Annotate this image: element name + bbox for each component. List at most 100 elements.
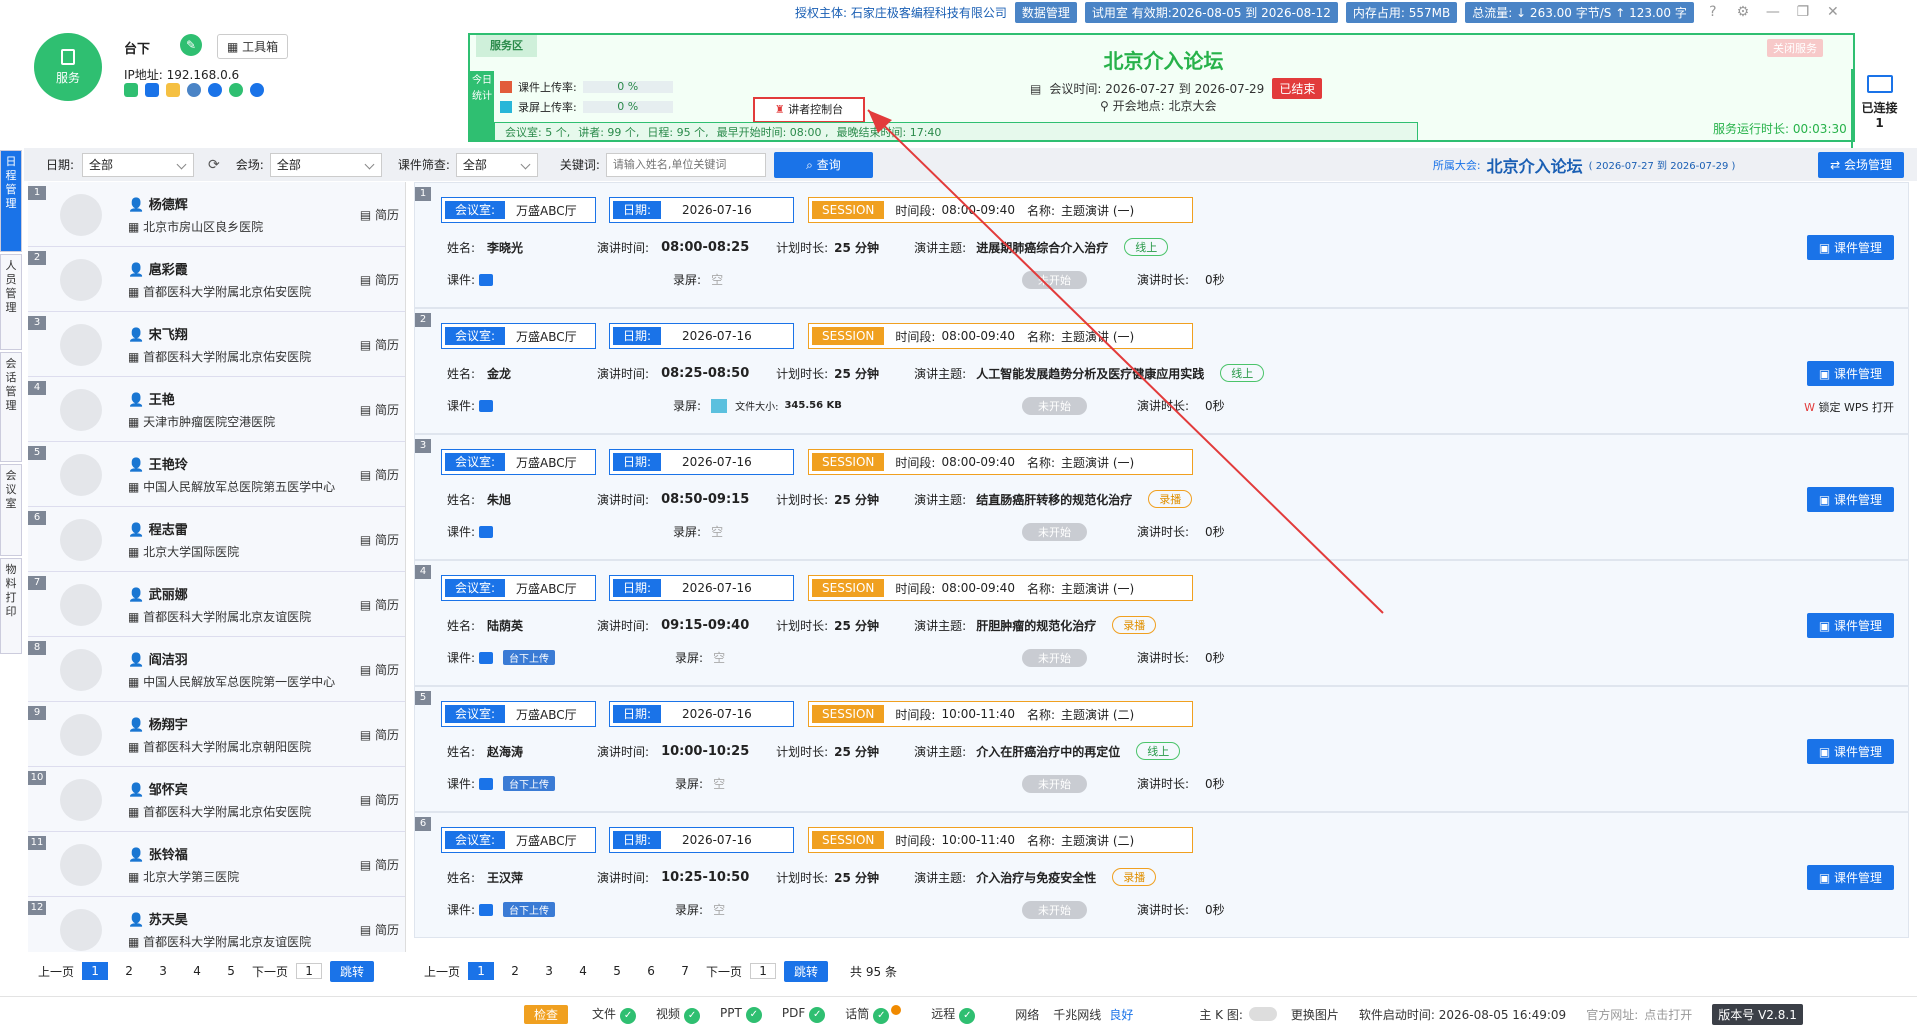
session-page-2[interactable]: 2: [502, 962, 528, 980]
ppt-icon: ▣: [1818, 745, 1834, 759]
courseware-management-button[interactable]: ▣ 课件管理: [1806, 235, 1894, 260]
check-button[interactable]: 检查: [524, 1004, 569, 1024]
speaker-page-2[interactable]: 2: [116, 962, 142, 980]
courseware-management-button[interactable]: ▣ 课件管理: [1806, 613, 1894, 638]
session-page-5[interactable]: 5: [604, 962, 630, 980]
cv-button[interactable]: ▤ 简历: [360, 921, 399, 938]
nav-print[interactable]: 物料打印: [0, 558, 22, 654]
speaker-page-5[interactable]: 5: [218, 962, 244, 980]
session-next-page[interactable]: 下一页: [706, 963, 742, 980]
cv-button[interactable]: ▤ 简历: [360, 466, 399, 483]
date-select[interactable]: 全部: [82, 152, 195, 177]
session-page-4[interactable]: 4: [570, 962, 596, 980]
upload-icon[interactable]: [479, 903, 494, 916]
session-jump-button[interactable]: 跳转: [784, 960, 829, 982]
speaker-page-4[interactable]: 4: [184, 962, 210, 980]
speaker-page-3[interactable]: 3: [150, 962, 176, 980]
refresh-icon[interactable]: ⟳: [208, 157, 220, 173]
site-link[interactable]: 点击打开: [1644, 1006, 1692, 1023]
speaker-icon[interactable]: [124, 83, 138, 97]
change-image-button[interactable]: 更换图片: [1291, 1006, 1339, 1023]
search-button[interactable]: ⌕ 查询: [773, 151, 873, 178]
speaker-row[interactable]: 12 👤 苏天昊 ▦ 首都医科大学附属北京友谊医院 ▤ 简历: [28, 897, 405, 952]
session-page-input[interactable]: 1: [750, 963, 777, 979]
upload-icon[interactable]: [479, 525, 494, 538]
session-prev-page[interactable]: 上一页: [424, 963, 460, 980]
courseware-select[interactable]: 全部: [455, 152, 538, 177]
session-page-7[interactable]: 7: [672, 962, 698, 980]
maximize-icon[interactable]: ❐: [1792, 4, 1814, 20]
cv-button[interactable]: ▤ 简历: [360, 271, 399, 288]
minimize-icon[interactable]: —: [1762, 4, 1784, 20]
close-service-button[interactable]: 关闭服务: [1767, 39, 1823, 57]
service-status-circle[interactable]: 服务: [34, 33, 102, 101]
keyword-input[interactable]: [605, 152, 766, 177]
speaker-row[interactable]: 10 👤 邹怀宾 ▦ 首都医科大学附属北京佑安医院 ▤ 简历: [28, 767, 405, 832]
speaker-page-input[interactable]: 1: [296, 963, 323, 979]
cv-button[interactable]: ▤ 简历: [360, 726, 399, 743]
venue-select[interactable]: 全部: [269, 152, 382, 177]
help-icon[interactable]: ?: [1702, 4, 1724, 20]
video-file-icon[interactable]: [711, 398, 728, 413]
browser-icon[interactable]: [208, 83, 222, 97]
courseware-management-button[interactable]: ▣ 课件管理: [1806, 487, 1894, 512]
room-value: 万盛ABC厅: [516, 581, 577, 596]
folder-icon[interactable]: [166, 83, 180, 97]
offstage-upload-badge[interactable]: 台下上传: [503, 776, 556, 791]
nav-people[interactable]: 人员管理: [0, 254, 22, 350]
speaker-row[interactable]: 3 👤 宋飞翔 ▦ 首都医科大学附属北京佑安医院 ▤ 简历: [28, 312, 405, 377]
cv-button[interactable]: ▤ 简历: [360, 336, 399, 353]
cv-button[interactable]: ▤ 简历: [360, 596, 399, 613]
upload-icon[interactable]: [479, 399, 494, 412]
speaker-row[interactable]: 5 👤 王艳玲 ▦ 中国人民解放军总医院第五医学中心 ▤ 简历: [28, 442, 405, 507]
speaker-row[interactable]: 8 👤 阎洁羽 ▦ 中国人民解放军总医院第一医学中心 ▤ 简历: [28, 637, 405, 702]
cv-button[interactable]: ▤ 简历: [360, 206, 399, 223]
date-value: 2026-07-16: [682, 329, 752, 343]
speaker-page-1[interactable]: 1: [82, 962, 109, 980]
remote-icon[interactable]: [250, 83, 264, 97]
nav-sessions[interactable]: 会话管理: [0, 352, 22, 462]
cv-button[interactable]: ▤ 简历: [360, 401, 399, 418]
courseware-management-button[interactable]: ▣ 课件管理: [1806, 739, 1894, 764]
date-value: 2026-07-16: [682, 833, 752, 847]
courseware-management-button[interactable]: ▣ 课件管理: [1806, 865, 1894, 890]
nav-rooms[interactable]: 会议室: [0, 464, 22, 556]
offstage-upload-badge[interactable]: 台下上传: [503, 650, 556, 665]
speaker-next-page[interactable]: 下一页: [252, 963, 288, 980]
speaker-row[interactable]: 7 👤 武丽娜 ▦ 首都医科大学附属北京友谊医院 ▤ 简历: [28, 572, 405, 637]
courseware-management-button[interactable]: ▣ 课件管理: [1806, 361, 1894, 386]
cv-button[interactable]: ▤ 简历: [360, 856, 399, 873]
offstage-upload-badge[interactable]: 台下上传: [503, 902, 556, 917]
session-page-1[interactable]: 1: [468, 962, 495, 980]
speaker-console-button[interactable]: ♜ 讲者控制台: [753, 97, 865, 123]
wechat-icon[interactable]: [229, 83, 243, 97]
speaker-row[interactable]: 11 👤 张铃福 ▦ 北京大学第三医院 ▤ 简历: [28, 832, 405, 897]
data-management-button[interactable]: 数据管理: [1014, 1, 1077, 23]
cv-button[interactable]: ▤ 简历: [360, 531, 399, 548]
nav-schedule[interactable]: 日程管理: [0, 150, 22, 252]
edit-icon[interactable]: ✎: [180, 34, 202, 56]
upload-icon[interactable]: [479, 651, 494, 664]
speaker-row[interactable]: 9 👤 杨翔宇 ▦ 首都医科大学附属北京朝阳医院 ▤ 简历: [28, 702, 405, 767]
screen-icon[interactable]: [145, 83, 159, 97]
kmap-toggle[interactable]: [1248, 1007, 1277, 1021]
speaker-row[interactable]: 6 👤 程志雷 ▦ 北京大学国际医院 ▤ 简历: [28, 507, 405, 572]
close-icon[interactable]: ✕: [1822, 4, 1844, 20]
toolbox-button[interactable]: ▦ 工具箱: [217, 34, 289, 59]
speaker-prev-page[interactable]: 上一页: [38, 963, 74, 980]
speaker-jump-button[interactable]: 跳转: [330, 960, 375, 982]
wps-lock[interactable]: W 锁定 WPS 打开: [1804, 399, 1894, 415]
upload-icon[interactable]: [479, 777, 494, 790]
speaker-row[interactable]: 2 👤 扈彩霞 ▦ 首都医科大学附属北京佑安医院 ▤ 简历: [28, 247, 405, 312]
building-icon: ▦: [128, 805, 144, 819]
speaker-row[interactable]: 4 👤 王艳 ▦ 天津市肿瘤医院空港医院 ▤ 简历: [28, 377, 405, 442]
upload-icon[interactable]: [479, 273, 494, 286]
venue-management-button[interactable]: ⇄ 会场管理: [1818, 151, 1904, 178]
cv-button[interactable]: ▤ 简历: [360, 791, 399, 808]
cv-button[interactable]: ▤ 简历: [360, 661, 399, 678]
session-page-3[interactable]: 3: [536, 962, 562, 980]
session-page-6[interactable]: 6: [638, 962, 664, 980]
gear-icon[interactable]: ⚙: [1732, 4, 1754, 20]
network-icon[interactable]: [187, 83, 201, 97]
speaker-row[interactable]: 1 👤 杨德辉 ▦ 北京市房山区良乡医院 ▤ 简历: [28, 182, 405, 247]
